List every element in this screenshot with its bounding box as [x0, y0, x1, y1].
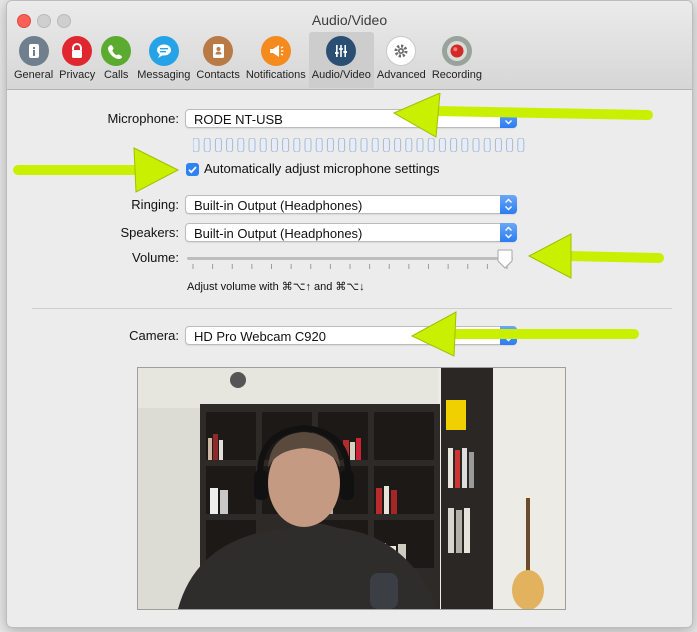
general-icon [18, 36, 49, 66]
meter-segment [248, 138, 256, 152]
meter-segment [371, 138, 379, 152]
volume-label: Volume: [132, 250, 179, 265]
ringing-select-value: Built-in Output (Headphones) [194, 198, 363, 213]
checkmark-icon [188, 166, 197, 174]
meter-segment [326, 138, 334, 152]
lock-icon [62, 36, 93, 66]
meter-segment [270, 138, 278, 152]
tab-advanced[interactable]: Advanced [374, 32, 429, 88]
tab-advanced-label: Advanced [376, 69, 426, 81]
tab-privacy-label: Privacy [59, 69, 96, 81]
meter-segment [282, 138, 290, 152]
meter-segment [193, 138, 200, 152]
tab-contacts[interactable]: Contacts [193, 32, 242, 88]
auto-adjust-checkbox[interactable] [186, 163, 199, 176]
tab-privacy[interactable]: Privacy [56, 32, 98, 88]
phone-icon [101, 36, 132, 66]
speakers-select[interactable]: Built-in Output (Headphones) [185, 223, 517, 242]
meter-segment [315, 138, 323, 152]
microphone-label: Microphone: [107, 111, 179, 126]
tab-messaging-label: Messaging [137, 69, 191, 81]
volume-ticks [192, 264, 508, 269]
megaphone-icon [260, 36, 291, 66]
mixer-icon [326, 36, 357, 66]
meter-segment [203, 138, 211, 152]
gear-icon [386, 36, 417, 66]
meter-segment [349, 138, 357, 152]
tab-notifications-label: Notifications [245, 69, 306, 81]
speakers-label: Speakers: [120, 225, 179, 240]
meter-segment [360, 138, 368, 152]
tab-contacts-label: Contacts [196, 69, 240, 81]
auto-adjust-label[interactable]: Automatically adjust microphone settings [204, 161, 440, 176]
ringing-label: Ringing: [131, 197, 179, 212]
meter-segment [226, 138, 234, 152]
window-title: Audio/Video [311, 12, 388, 28]
volume-shortcut-hint: Adjust volume with ⌘⌥↑ and ⌘⌥↓ [187, 281, 365, 293]
chat-bubble-icon [148, 36, 179, 66]
microphone-select-value: RODE NT-USB [194, 112, 283, 127]
chevron-updown-icon [500, 223, 517, 242]
tab-general-label: General [14, 69, 54, 81]
titlebar: Audio/Video General Privacy Calls Messag… [7, 1, 692, 90]
tab-audio-video-label: Audio/Video [311, 69, 371, 81]
camera-preview [137, 367, 566, 610]
chevron-updown-icon [500, 195, 517, 214]
meter-segment [237, 138, 245, 152]
tab-calls-label: Calls [103, 69, 129, 81]
record-button-icon [441, 36, 472, 66]
tab-audio-video[interactable]: Audio/Video [308, 32, 374, 88]
volume-slider-thumb[interactable] [497, 249, 513, 269]
ringing-select[interactable]: Built-in Output (Headphones) [185, 195, 517, 214]
camera-label: Camera: [129, 328, 179, 343]
meter-segment [293, 138, 301, 152]
section-divider [32, 308, 672, 309]
meter-segment [338, 138, 346, 152]
volume-slider-track[interactable] [187, 257, 513, 260]
meter-segment [304, 138, 312, 152]
annotation-arrow-volume [527, 233, 664, 279]
camera-select-value: HD Pro Webcam C920 [194, 329, 326, 344]
meter-segment [382, 138, 390, 152]
preferences-toolbar: General Privacy Calls Messaging Contacts… [11, 32, 485, 88]
tab-recording[interactable]: Recording [429, 32, 485, 88]
annotation-arrow-checkbox [13, 147, 180, 193]
contacts-book-icon [203, 36, 234, 66]
tab-recording-label: Recording [431, 69, 482, 81]
meter-segment [214, 138, 222, 152]
tab-messaging[interactable]: Messaging [134, 32, 193, 88]
tab-notifications[interactable]: Notifications [243, 32, 309, 88]
annotation-arrow-microphone [392, 93, 653, 138]
tab-calls[interactable]: Calls [98, 32, 134, 88]
tab-general[interactable]: General [11, 32, 56, 88]
speakers-select-value: Built-in Output (Headphones) [194, 226, 363, 241]
annotation-arrow-camera [410, 311, 639, 357]
meter-segment [259, 138, 267, 152]
